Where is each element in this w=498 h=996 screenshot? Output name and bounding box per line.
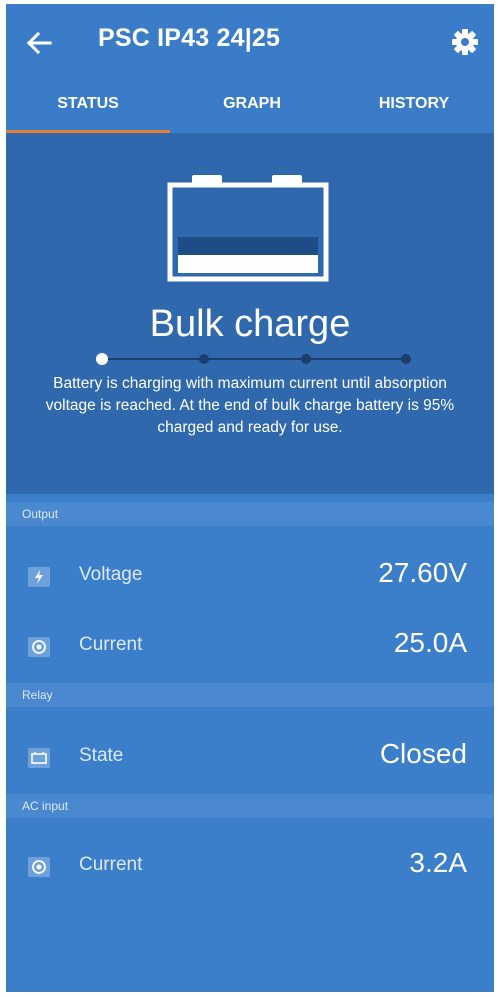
ac-input-current-label: Current xyxy=(79,854,143,875)
tab-graph[interactable]: GRAPH xyxy=(170,80,334,132)
progress-step-1 xyxy=(96,353,108,365)
section-header-relay: Relay xyxy=(6,683,494,707)
relay-state-value: Closed xyxy=(379,738,467,769)
relay-icon xyxy=(28,748,50,768)
charge-state-title: Bulk charge xyxy=(149,303,351,345)
tab-bar: STATUS GRAPH HISTORY xyxy=(6,80,494,132)
output-current-row: Current 25.0A xyxy=(6,611,494,681)
tab-history[interactable]: HISTORY xyxy=(334,80,494,132)
output-current-value: 25.0A xyxy=(393,627,467,658)
relay-state-row: State Closed xyxy=(6,722,494,792)
section-header-ac-input: AC input xyxy=(6,794,494,818)
current-icon xyxy=(28,637,50,657)
ac-input-current-value: 3.2A xyxy=(409,847,467,878)
output-voltage-row: Voltage 27.60V xyxy=(6,541,494,611)
voltage-value: 27.60V xyxy=(378,557,467,588)
ac-input-current-row: Current 3.2A xyxy=(6,831,494,901)
battery-icon xyxy=(167,175,329,282)
gear-icon[interactable] xyxy=(450,27,480,57)
app-bar: PSC IP43 24|25 xyxy=(6,4,494,80)
voltage-label: Voltage xyxy=(79,564,143,585)
progress-step-4 xyxy=(401,354,411,364)
arrow-left-icon[interactable] xyxy=(22,26,56,60)
status-panel: Bulk charge Battery is charging with max… xyxy=(6,133,494,494)
charge-progress-indicator xyxy=(96,353,411,365)
output-current-label: Current xyxy=(79,634,143,655)
relay-state-label: State xyxy=(79,745,124,766)
section-header-output: Output xyxy=(6,502,494,526)
charge-state-description: Battery is charging with maximum current… xyxy=(45,375,455,436)
current-icon xyxy=(28,857,50,877)
app-screen: PSC IP43 24|25 STATUS GRAPH HISTORY Bulk… xyxy=(6,4,494,992)
progress-step-3 xyxy=(301,354,311,364)
tab-status[interactable]: STATUS xyxy=(6,80,170,132)
progress-step-2 xyxy=(199,354,209,364)
lightning-icon xyxy=(28,567,50,587)
page-title: PSC IP43 24|25 xyxy=(98,24,281,52)
